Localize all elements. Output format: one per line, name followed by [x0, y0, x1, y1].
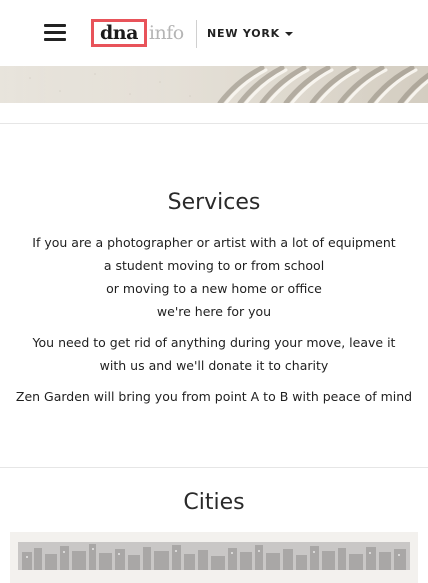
- services-line: we're here for you: [156, 304, 272, 319]
- city-selector[interactable]: NEW YORK: [207, 27, 294, 40]
- services-section: Services If you are a photographer or ar…: [0, 186, 428, 408]
- cities-heading: Cities: [183, 490, 245, 515]
- caret-down-icon: [285, 31, 294, 36]
- site-logo[interactable]: dna info: [91, 19, 184, 47]
- hamburger-menu-icon[interactable]: [44, 24, 66, 42]
- menu-bar: [44, 38, 66, 41]
- services-line: a student moving to or from school: [103, 258, 325, 273]
- services-donation-text: You need to get rid of anything during y…: [32, 335, 396, 373]
- services-line: If you are a photographer or artist with…: [32, 235, 396, 250]
- zen-sand-ripples: [0, 66, 428, 103]
- services-heading: Services: [167, 190, 261, 215]
- section-divider: [0, 123, 428, 124]
- services-intro: If you are a photographer or artist with…: [0, 231, 428, 323]
- logo-dna-text: dna: [91, 19, 147, 47]
- services-tagline: Zen Garden will bring you from point A t…: [15, 389, 413, 404]
- cities-section: Cities: [0, 486, 428, 520]
- city-skyline-image: [18, 542, 410, 570]
- city-selector-label: NEW YORK: [207, 27, 281, 40]
- cities-image-strip: [10, 532, 418, 583]
- services-tagline-block: Zen Garden will bring you from point A t…: [0, 385, 428, 408]
- menu-bar: [44, 24, 66, 27]
- menu-bar: [44, 31, 66, 34]
- hero-banner-image: [0, 66, 428, 103]
- services-donation-text-block: You need to get rid of anything during y…: [0, 331, 428, 377]
- page: dna info NEW YORK Services If you are a …: [0, 0, 428, 583]
- services-line: or moving to a new home or office: [106, 281, 322, 296]
- logo-info-text: info: [148, 22, 184, 44]
- header-divider: [196, 20, 197, 48]
- section-divider: [0, 467, 428, 468]
- site-header: dna info NEW YORK: [0, 0, 428, 66]
